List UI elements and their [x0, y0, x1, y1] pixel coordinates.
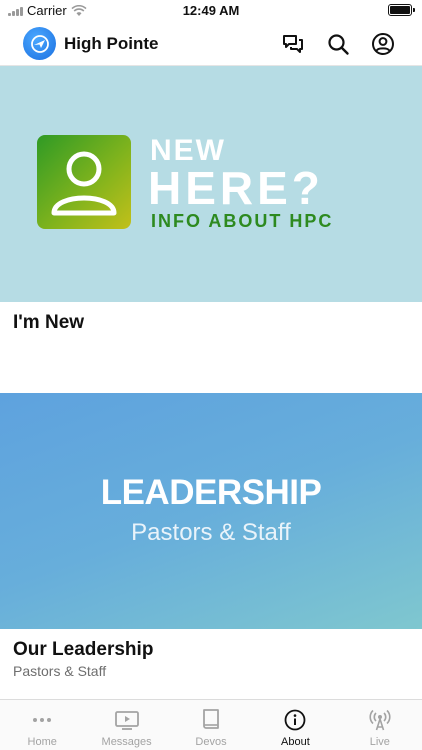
app-logo [23, 27, 56, 60]
tab-live[interactable]: Live [338, 700, 422, 750]
im-new-hero-image: NEW HERE? INFO ABOUT HPC [0, 66, 422, 302]
profile-icon[interactable] [371, 32, 395, 56]
card-subtitle: Pastors & Staff [13, 663, 107, 679]
status-time: 12:49 AM [182, 3, 240, 18]
hero-here-text: HERE? [148, 162, 324, 214]
search-icon[interactable] [326, 32, 350, 56]
logo-mark-icon [30, 34, 49, 53]
card-title: I'm New [13, 312, 85, 333]
tab-about[interactable]: About [253, 700, 337, 750]
tab-devos[interactable]: Devos [169, 700, 253, 750]
status-bar: Carrier 12:49 AM [0, 0, 422, 22]
tab-bar: Home Messages Devos About Live [0, 699, 422, 750]
chat-icon[interactable] [281, 32, 305, 56]
tab-messages[interactable]: Messages [84, 700, 168, 750]
card-im-new[interactable]: NEW HERE? INFO ABOUT HPC I'm New [0, 66, 422, 393]
more-dots-icon [30, 709, 54, 731]
card-title: Our Leadership [13, 639, 154, 660]
hero-leadership-text: LEADERSHIP [100, 473, 322, 512]
person-badge [37, 135, 131, 229]
tab-label: About [281, 736, 310, 748]
tab-label: Home [27, 736, 57, 748]
tab-home[interactable]: Home [0, 700, 84, 750]
tab-label: Devos [195, 736, 227, 748]
card-our-leadership[interactable]: LEADERSHIP Pastors & Staff Our Leadershi… [0, 393, 422, 699]
person-icon [51, 151, 117, 216]
tab-label: Messages [101, 736, 152, 748]
app-title: High Pointe [64, 34, 159, 53]
broadcast-icon [368, 709, 392, 731]
battery-icon [388, 4, 415, 16]
video-icon [114, 709, 139, 731]
hero-pastors-text: Pastors & Staff [131, 519, 291, 546]
app-header: High Pointe [0, 22, 422, 66]
tab-label: Live [369, 736, 390, 748]
hero-info-text: INFO ABOUT HPC [151, 211, 334, 231]
info-icon [283, 709, 307, 731]
leadership-hero-image: LEADERSHIP Pastors & Staff [0, 393, 422, 629]
book-icon [199, 709, 223, 731]
